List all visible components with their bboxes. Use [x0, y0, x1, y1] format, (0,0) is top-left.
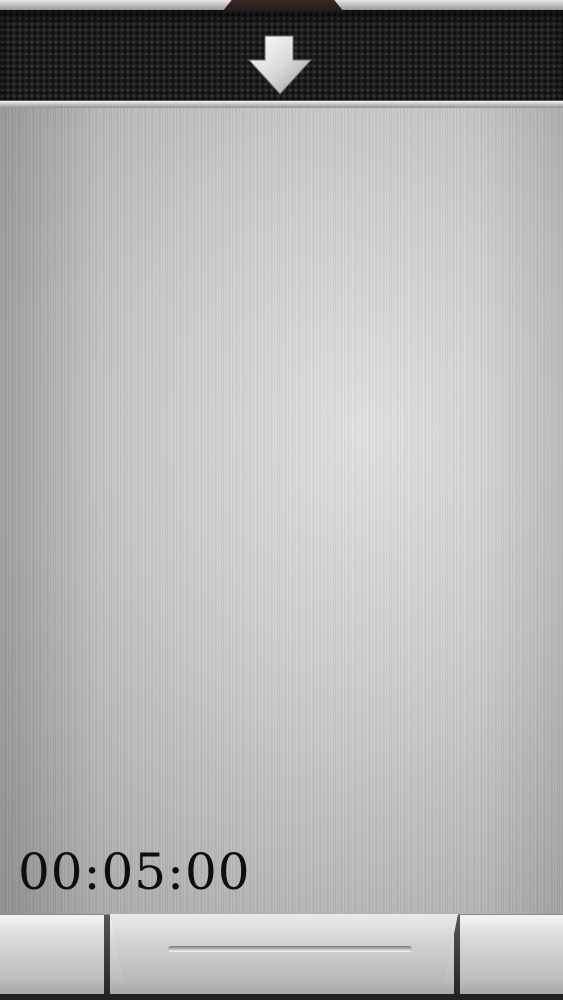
brushed-metal-panel [0, 108, 563, 914]
down-arrow-graphic [247, 35, 313, 95]
handle-groove [168, 946, 412, 952]
down-arrow-icon[interactable] [247, 34, 313, 96]
top-notch [222, 0, 344, 12]
app-screen: 00:05:00 [0, 0, 563, 1000]
bottom-shadow [0, 994, 563, 1000]
timer-display: 00:05:00 [18, 843, 251, 901]
